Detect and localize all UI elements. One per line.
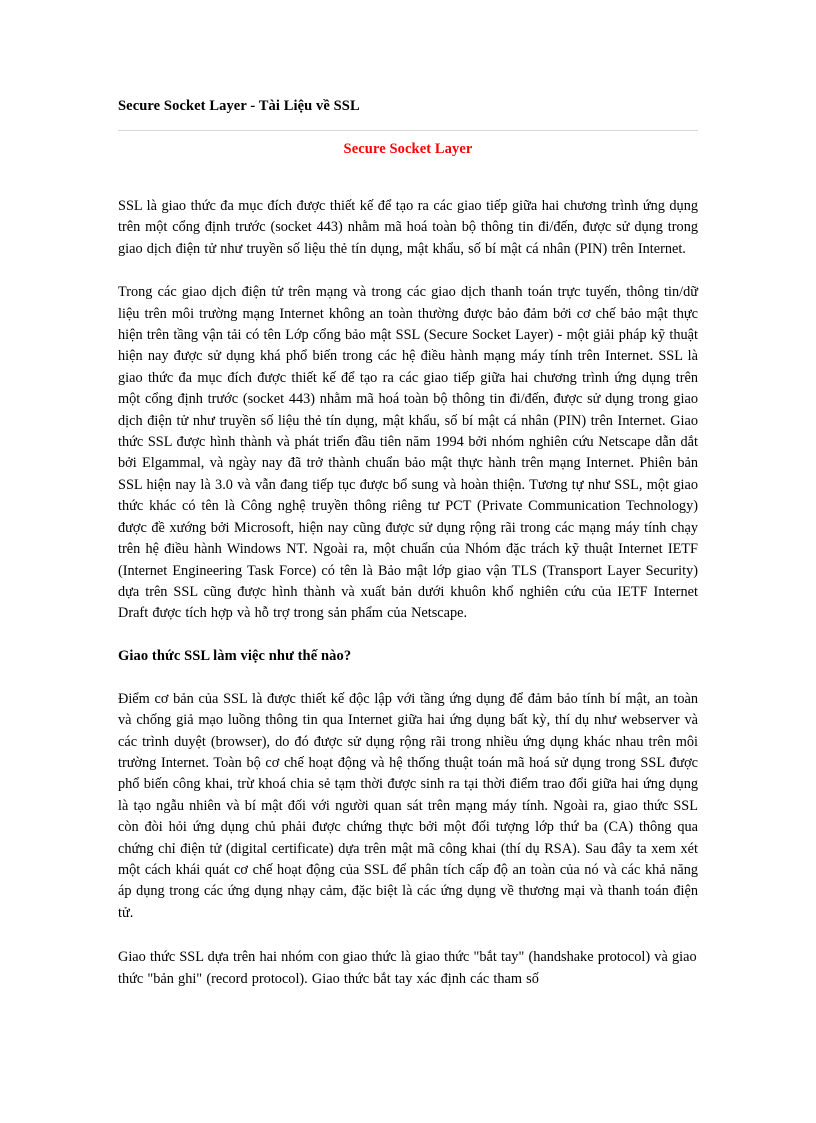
section-title: Secure Socket Layer — [343, 141, 473, 157]
spacer-after-section-title — [118, 159, 698, 196]
paragraph-subprotocols: Giao thức SSL dựa trên hai nhóm con giao… — [118, 949, 697, 987]
spacer-after-heading — [118, 667, 698, 689]
paragraph-how-it-works: Điểm cơ bản của SSL là được thiết kế độc… — [118, 690, 698, 921]
document-content: Secure Socket Layer - Tài Liệu về SSL Se… — [118, 96, 698, 990]
heading-how-ssl-works: Giao thức SSL làm việc như thế nào? — [118, 647, 352, 664]
spacer-paragraph-3 — [118, 924, 698, 947]
page-title: Secure Socket Layer - Tài Liệu về SSL — [118, 98, 360, 114]
paragraph-overview: Trong các giao dịch điện tử trên mạng và… — [118, 284, 698, 622]
paragraph-intro: SSL là giao thức đa mục đích được thiết … — [118, 198, 698, 257]
spacer-paragraph-1 — [118, 260, 698, 282]
document-page: Secure Socket Layer - Tài Liệu về SSL Se… — [0, 0, 816, 1123]
spacer-paragraph-2 — [118, 625, 698, 646]
header-divider — [118, 130, 698, 131]
